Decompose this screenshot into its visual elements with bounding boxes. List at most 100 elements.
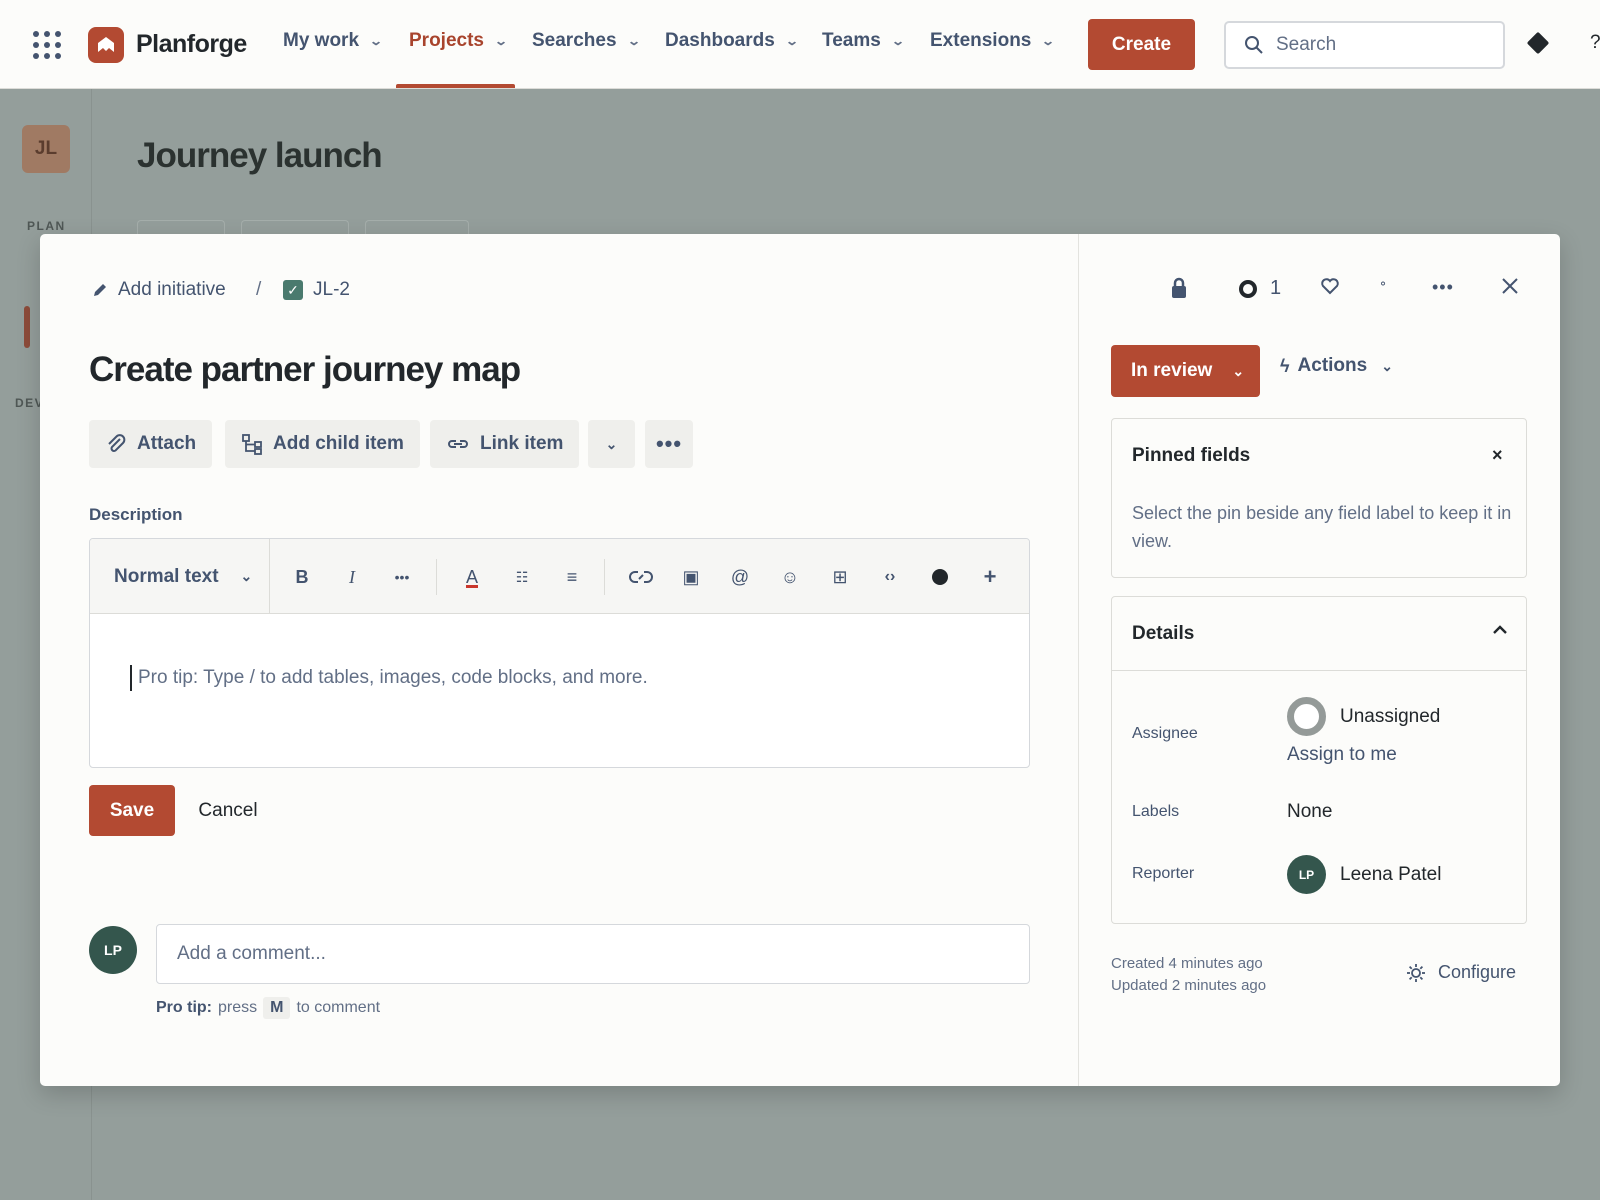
close-icon[interactable]: × <box>1492 445 1503 466</box>
project-tab[interactable] <box>137 220 225 234</box>
nav-my-work[interactable]: My work ⌄ <box>283 30 384 52</box>
paperclip-icon <box>108 434 126 452</box>
text-color-icon[interactable]: A <box>460 565 484 589</box>
link-item-button[interactable]: Link item <box>430 420 580 468</box>
more-actions-button[interactable]: ••• <box>645 420 693 468</box>
project-avatar[interactable]: JL <box>22 125 70 173</box>
status-dot-icon[interactable] <box>928 565 952 589</box>
gear-icon <box>1407 963 1425 982</box>
created-timestamp: Created 4 minutes ago <box>1111 955 1263 972</box>
toolbar-separator <box>604 559 605 595</box>
bullet-list-icon[interactable]: ≡ <box>560 565 584 589</box>
issue-title[interactable]: Create partner journey map <box>89 350 521 390</box>
app-switcher-icon[interactable] <box>33 31 61 59</box>
status-dropdown-button[interactable]: In review ⌄ <box>1111 345 1260 397</box>
share-icon[interactable]: ⚬ <box>1378 277 1388 291</box>
chevron-down-icon: ⌄ <box>493 34 509 48</box>
active-nav-indicator <box>396 84 515 88</box>
labels-value[interactable]: None <box>1287 801 1332 823</box>
reporter-label: Reporter <box>1132 865 1195 882</box>
sidebar-section-plan: PLAN <box>27 219 66 233</box>
close-icon[interactable] <box>1501 277 1519 295</box>
project-title: Journey launch <box>137 136 383 175</box>
toolbar-separator <box>436 559 437 595</box>
configure-button[interactable]: Configure <box>1406 962 1516 983</box>
issue-key-link[interactable]: ✓ JL-2 <box>283 279 350 301</box>
image-icon[interactable]: ▣ <box>679 565 703 589</box>
avatar[interactable]: LP <box>89 926 137 974</box>
emoji-icon[interactable]: ☺ <box>778 565 802 589</box>
text-cursor <box>130 665 132 691</box>
chevron-down-icon: ⌄ <box>240 568 253 584</box>
assignee-label: Assignee <box>1132 725 1198 742</box>
avatar[interactable]: LP <box>1287 855 1326 894</box>
help-icon[interactable]: ? <box>1590 32 1600 54</box>
project-tab[interactable] <box>241 220 349 234</box>
search-box[interactable] <box>1224 21 1505 69</box>
description-label: Description <box>89 505 183 524</box>
modal-divider <box>1078 234 1079 1086</box>
actions-dropdown-button[interactable]: ϟ Actions ⌄ <box>1280 355 1393 377</box>
search-input[interactable] <box>1276 34 1476 56</box>
save-button[interactable]: Save <box>89 785 175 836</box>
sidebar-active-indicator <box>24 306 30 348</box>
chevron-down-icon: ⌄ <box>1381 357 1393 374</box>
chevron-down-icon: ⌄ <box>890 34 905 48</box>
chevron-down-icon: ⌄ <box>369 34 384 48</box>
assignee-value[interactable]: Unassigned <box>1340 706 1440 728</box>
numbered-list-icon[interactable]: ☷ <box>510 565 534 589</box>
lock-icon[interactable] <box>1170 277 1188 299</box>
top-navigation: Planforge My work ⌄ Projects ⌄ Searches ⌄ D… <box>0 0 1600 89</box>
search-icon <box>1245 36 1263 54</box>
heart-icon[interactable] <box>1320 277 1340 295</box>
chevron-down-icon: ⌄ <box>1232 362 1245 379</box>
reporter-name[interactable]: Leena Patel <box>1340 864 1441 886</box>
add-initiative-link[interactable]: Add initiative <box>92 279 226 301</box>
watch-button[interactable]: 1 <box>1238 277 1281 300</box>
bold-icon[interactable]: B <box>290 565 314 589</box>
italic-icon[interactable]: I <box>340 565 364 589</box>
cancel-button[interactable]: Cancel <box>188 785 268 836</box>
editor-content[interactable]: Pro tip: Type / to add tables, images, c… <box>130 665 648 691</box>
create-button[interactable]: Create <box>1088 19 1195 70</box>
description-editor[interactable]: Normal text ⌄ B I ••• A ☷ ≡ ▣ @ ☺ ⊞ ‹› +… <box>89 538 1030 768</box>
nav-extensions[interactable]: Extensions ⌄ <box>930 30 1056 52</box>
more-options-dropdown[interactable]: ⌄ <box>588 420 635 468</box>
nav-teams[interactable]: Teams ⌄ <box>822 30 905 52</box>
pencil-icon <box>94 284 106 296</box>
brand-name[interactable]: Planforge <box>136 30 247 59</box>
nav-dashboards[interactable]: Dashboards ⌄ <box>665 30 799 52</box>
updated-timestamp: Updated 2 minutes ago <box>1111 977 1267 994</box>
comment-input[interactable] <box>156 924 1030 984</box>
pinned-fields-title: Pinned fields <box>1132 445 1251 466</box>
ellipsis-icon: ••• <box>655 431 683 456</box>
details-header[interactable]: Details <box>1112 597 1526 671</box>
add-child-item-button[interactable]: Add child item <box>225 420 420 468</box>
labels-label: Labels <box>1132 803 1180 820</box>
keyboard-shortcut: M <box>263 997 291 1019</box>
nav-searches[interactable]: Searches ⌄ <box>532 30 641 52</box>
nav-projects[interactable]: Projects ⌄ <box>409 30 509 52</box>
chevron-up-icon[interactable] <box>1492 623 1508 641</box>
pinned-fields-hint: Select the pin beside any field label to… <box>1132 503 1512 551</box>
more-icon[interactable]: ••• <box>1432 277 1454 298</box>
more-formatting-icon[interactable]: ••• <box>390 565 414 589</box>
link-icon <box>448 440 468 448</box>
project-tab[interactable] <box>365 220 469 234</box>
code-icon[interactable]: ‹› <box>878 565 902 589</box>
attach-button[interactable]: Attach <box>89 420 213 468</box>
mention-icon[interactable]: @ <box>728 565 752 589</box>
bolt-icon: ϟ <box>1280 355 1290 376</box>
link-icon[interactable] <box>629 565 653 589</box>
breadcrumb-separator: / <box>256 279 262 300</box>
insert-plus-icon[interactable]: + <box>978 564 1002 589</box>
table-icon[interactable]: ⊞ <box>828 565 852 589</box>
assign-to-me-link[interactable]: Assign to me <box>1287 744 1397 766</box>
premium-diamond-icon[interactable] <box>1526 31 1550 55</box>
planforge-logo-icon[interactable] <box>88 27 124 63</box>
comment-protip: Pro tip: press M to comment <box>156 997 380 1019</box>
hierarchy-icon <box>242 434 262 455</box>
watch-icon <box>1239 279 1257 298</box>
chevron-down-icon: ⌄ <box>1041 34 1056 48</box>
text-style-dropdown[interactable]: Normal text ⌄ <box>90 539 270 614</box>
